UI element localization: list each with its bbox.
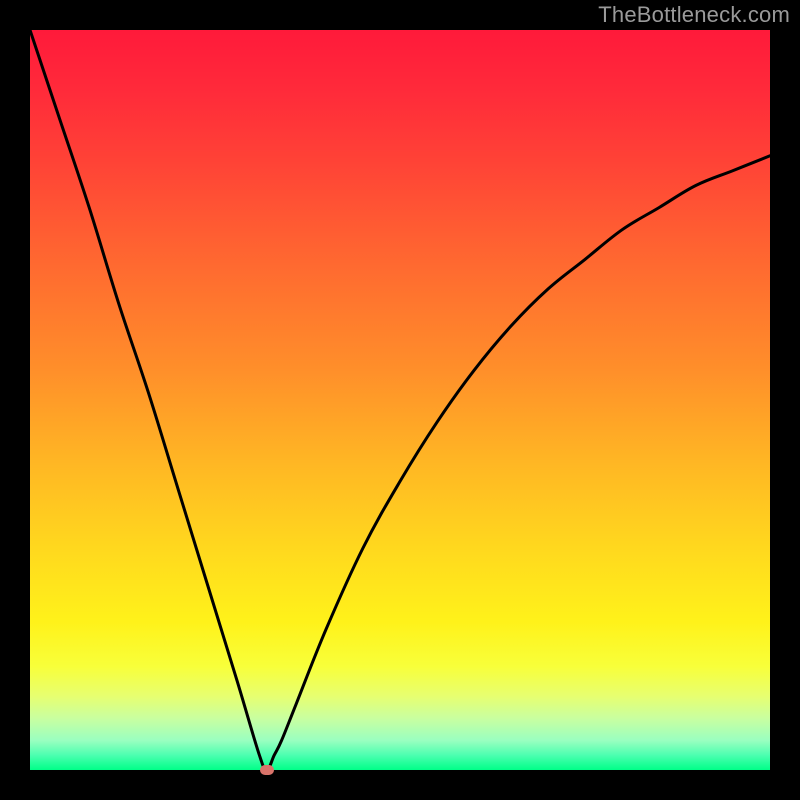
plot-area (30, 30, 770, 770)
chart-frame: TheBottleneck.com (0, 0, 800, 800)
watermark-text: TheBottleneck.com (598, 2, 790, 28)
minimum-marker (260, 765, 274, 775)
bottleneck-curve (30, 30, 770, 770)
